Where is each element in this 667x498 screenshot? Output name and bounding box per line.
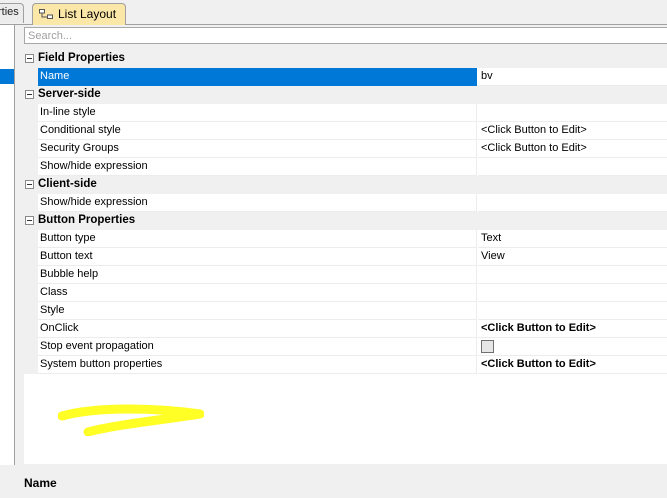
property-name[interactable]: Show/hide expression [38,158,477,176]
left-panel [0,25,15,465]
category-row[interactable]: Client-side [24,176,667,194]
tab-list-layout[interactable]: List Layout [32,3,126,25]
property-name[interactable]: Button type [38,230,477,248]
property-name[interactable]: Name [38,68,477,86]
row-gutter [24,248,38,266]
property-row[interactable]: Stop event propagation [24,338,667,356]
property-name[interactable]: System button properties [38,356,477,374]
row-gutter [24,266,38,284]
property-value[interactable] [478,104,667,122]
category-label: Server-side [38,88,101,100]
row-gutter [24,284,38,302]
property-value[interactable] [478,266,667,284]
property-name[interactable]: Class [38,284,477,302]
category-label: Client-side [38,178,97,190]
property-name[interactable]: OnClick [38,320,477,338]
tab-properties-label: rties [0,6,19,18]
row-gutter [24,338,38,356]
row-gutter [24,194,38,212]
yellow-highlight-mark [58,404,204,436]
property-row[interactable]: Conditional style <Click Button to Edit> [24,122,667,140]
stop-propagation-checkbox[interactable] [481,340,494,353]
property-row[interactable]: System button properties <Click Button to… [24,356,667,374]
property-value[interactable]: <Click Button to Edit> [478,140,667,158]
property-row[interactable]: OnClick <Click Button to Edit> [24,320,667,338]
property-name[interactable]: In-line style [38,104,477,122]
tab-strip: rties List Layout [0,0,667,25]
collapse-icon[interactable] [25,90,34,99]
left-panel-selected-item[interactable] [0,69,14,84]
category-label: Button Properties [38,214,136,226]
property-row[interactable]: Name bv [24,68,667,86]
collapse-icon[interactable] [25,54,34,63]
tab-list-layout-label: List Layout [58,7,117,21]
row-gutter [24,140,38,158]
property-value[interactable]: View [478,248,667,266]
collapse-icon[interactable] [25,180,34,189]
property-name[interactable]: Show/hide expression [38,194,477,212]
property-name[interactable]: Security Groups [38,140,477,158]
category-row[interactable]: Button Properties [24,212,667,230]
property-row[interactable]: Button text View [24,248,667,266]
property-value [478,338,667,356]
property-value[interactable] [478,194,667,212]
tab-properties[interactable]: rties [0,3,24,23]
list-layout-icon [39,9,53,19]
property-row[interactable]: Button type Text [24,230,667,248]
collapse-icon[interactable] [25,216,34,225]
property-grid: Field Properties Name bv Server-side In-line… [24,50,667,464]
property-name[interactable]: Conditional style [38,122,477,140]
property-name[interactable]: Button text [38,248,477,266]
property-value[interactable]: Text [478,230,667,248]
property-value[interactable]: <Click Button to Edit> [478,122,667,140]
row-gutter [24,230,38,248]
category-label: Field Properties [38,52,125,64]
row-gutter [24,104,38,122]
property-value[interactable]: <Click Button to Edit> [478,356,667,374]
search-input[interactable] [24,27,667,44]
property-value[interactable]: <Click Button to Edit> [478,320,667,338]
property-row[interactable]: Class [24,284,667,302]
property-row[interactable]: Security Groups <Click Button to Edit> [24,140,667,158]
property-row[interactable]: Style [24,302,667,320]
property-row[interactable]: Bubble help [24,266,667,284]
property-name[interactable]: Bubble help [38,266,477,284]
property-value[interactable] [478,158,667,176]
row-gutter [24,122,38,140]
property-row[interactable]: In-line style [24,104,667,122]
row-gutter [24,320,38,338]
row-gutter [24,356,38,374]
property-row[interactable]: Show/hide expression [24,158,667,176]
property-row[interactable]: Show/hide expression [24,194,667,212]
row-gutter [24,302,38,320]
row-gutter [24,68,38,86]
row-gutter [24,158,38,176]
property-name[interactable]: Style [38,302,477,320]
description-title: Name [24,476,57,490]
property-value[interactable]: bv [478,68,667,86]
category-row[interactable]: Field Properties [24,50,667,68]
category-row[interactable]: Server-side [24,86,667,104]
property-name[interactable]: Stop event propagation [38,338,477,356]
property-value[interactable] [478,302,667,320]
property-value[interactable] [478,284,667,302]
